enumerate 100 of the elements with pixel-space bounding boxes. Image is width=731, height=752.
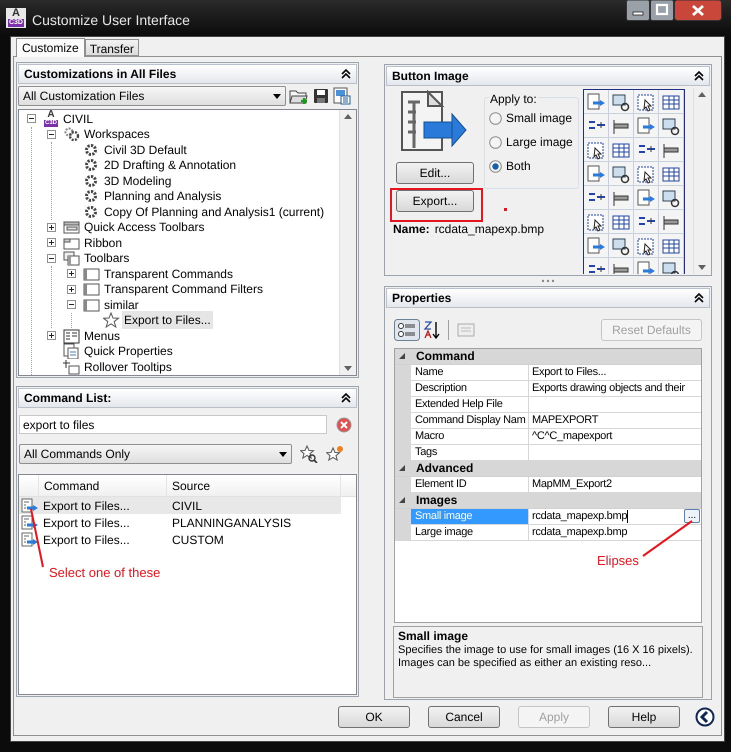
edit-button[interactable]: Edit...	[396, 162, 474, 184]
command-image-icon[interactable]	[610, 164, 632, 184]
scroll-down-icon[interactable]	[698, 265, 706, 270]
table-cell-text: PLANNINGANALYSIS	[171, 514, 292, 532]
tree-item[interactable]: Workspaces	[82, 125, 152, 144]
expander-icon[interactable]	[47, 238, 56, 248]
radio-button[interactable]: Both	[489, 158, 578, 174]
command-icon	[21, 514, 39, 530]
browse-button[interactable]: ...	[684, 509, 700, 524]
table-row[interactable]: Export to Files... CIVIL	[19, 497, 341, 514]
category-label[interactable]: Images	[411, 491, 458, 510]
table-cell-text: Export to Files...	[42, 514, 131, 532]
close-button[interactable]	[674, 0, 722, 21]
property-name[interactable]: Macro	[411, 428, 529, 445]
collapse-icon[interactable]	[340, 392, 352, 404]
command-image-icon[interactable]	[660, 188, 682, 208]
expander-icon[interactable]	[27, 114, 36, 124]
category-row[interactable]: Images	[395, 492, 701, 509]
radio-button[interactable]: Small image	[489, 110, 578, 126]
panel-title: Properties	[392, 290, 452, 307]
tree-item[interactable]: Transparent Command Filters	[102, 280, 265, 298]
dialog-button[interactable]: Cancel	[428, 706, 500, 728]
property-name[interactable]: Name	[411, 364, 529, 381]
command-image-icon[interactable]	[635, 260, 657, 274]
expander-icon[interactable]	[67, 300, 76, 310]
maximize-button[interactable]	[650, 0, 674, 21]
tree-item[interactable]: 3D Modeling	[102, 172, 174, 190]
dropdown[interactable]: All Customization Files	[18, 86, 286, 106]
table-row[interactable]: Export to Files... PLANNINGANALYSIS	[19, 514, 341, 531]
command-image-icon[interactable]	[610, 92, 632, 112]
dialog-button[interactable]: OK	[338, 706, 410, 728]
tree-item[interactable]: Quick Properties	[82, 342, 175, 360]
tree-item[interactable]: Ribbon	[82, 234, 124, 252]
tree-item[interactable]: Toolbars	[82, 249, 132, 268]
tree-item[interactable]: Transparent Commands	[102, 264, 235, 283]
command-image-icon[interactable]	[585, 164, 607, 184]
collapse-icon[interactable]	[693, 70, 705, 82]
categorized-view-button[interactable]	[394, 318, 420, 341]
scroll-up-icon[interactable]	[698, 92, 706, 97]
expander-icon[interactable]	[67, 284, 76, 294]
collapse-left-icon[interactable]	[695, 707, 715, 727]
command-image-icon[interactable]	[585, 236, 607, 256]
scroll-up-icon[interactable]	[344, 114, 352, 119]
dropdown-arrow-icon[interactable]	[273, 94, 281, 98]
sort-alphabetical-icon[interactable]	[423, 320, 441, 340]
dropdown-arrow-icon[interactable]	[279, 452, 287, 456]
category-row[interactable]: Advanced	[395, 460, 701, 477]
tree-item[interactable]: CIVIL	[61, 110, 96, 128]
radio-circle-icon[interactable]	[489, 112, 502, 124]
property-value[interactable]: rcdata_mapexp.bmp	[532, 508, 628, 525]
expander-icon[interactable]	[67, 269, 76, 278]
new-command-icon[interactable]	[326, 445, 344, 463]
scroll-down-icon[interactable]	[344, 366, 352, 371]
table-row[interactable]: Export to Files... CUSTOM	[19, 531, 341, 548]
dialog-button[interactable]: Help	[608, 706, 680, 728]
tree-item[interactable]: Copy Of Planning and Analysis1 (current)	[102, 202, 326, 221]
find-command-icon[interactable]	[300, 445, 318, 463]
command-image-icon[interactable]	[660, 116, 682, 136]
tree-item[interactable]: Rollover Tooltips	[82, 358, 174, 375]
save-icon[interactable]	[312, 87, 330, 105]
property-name[interactable]: Large image	[411, 524, 529, 541]
radio-button[interactable]: Large image	[489, 134, 578, 150]
command-image-icon[interactable]	[660, 260, 682, 274]
export-button[interactable]: Export...	[396, 190, 474, 212]
tree-item[interactable]: Planning and Analysis	[102, 187, 224, 206]
expander-icon[interactable]	[47, 254, 56, 263]
tree-item[interactable]: similar	[102, 296, 141, 314]
property-name[interactable]: Command Display Nam	[411, 412, 529, 429]
column-header[interactable]: Source	[167, 475, 341, 496]
tab[interactable]: Transfer	[84, 39, 139, 56]
tree-item[interactable]: Menus	[82, 326, 122, 345]
category-label[interactable]: Advanced	[411, 459, 474, 478]
tree-item[interactable]: Quick Access Toolbars	[82, 218, 206, 236]
clear-icon[interactable]	[336, 416, 352, 432]
splitter-grip-icon[interactable]	[541, 279, 555, 283]
expander-icon[interactable]	[47, 331, 56, 340]
radio-circle-icon[interactable]	[489, 136, 502, 148]
collapse-icon[interactable]	[693, 292, 705, 304]
dropdown[interactable]: All Commands Only	[19, 444, 292, 464]
minimize-button[interactable]	[626, 0, 650, 21]
collapse-icon[interactable]	[340, 68, 352, 80]
preview-icon[interactable]	[333, 87, 351, 105]
expander-icon[interactable]	[47, 222, 56, 232]
command-image-icon[interactable]	[585, 92, 607, 112]
radio-circle-icon[interactable]	[489, 160, 502, 172]
category-row[interactable]: Command	[395, 348, 701, 365]
tab[interactable]: Customize	[16, 38, 85, 57]
property-name[interactable]: Extended Help File	[411, 396, 529, 413]
command-image-icon[interactable]	[635, 116, 657, 136]
tree-item[interactable]: Civil 3D Default	[102, 140, 189, 159]
column-header[interactable]: Command	[39, 475, 167, 496]
command-image-icon[interactable]	[610, 236, 632, 256]
category-label[interactable]: Command	[411, 348, 475, 366]
scrollbar[interactable]	[339, 110, 356, 375]
tree-item[interactable]: Export to Files...	[122, 311, 213, 330]
tree-item[interactable]: 2D Drafting & Annotation	[102, 156, 238, 174]
search-field[interactable]: export to files	[19, 415, 327, 434]
command-image-icon[interactable]	[635, 188, 657, 208]
property-name[interactable]: Description	[411, 380, 529, 397]
expander-icon[interactable]	[47, 130, 56, 139]
